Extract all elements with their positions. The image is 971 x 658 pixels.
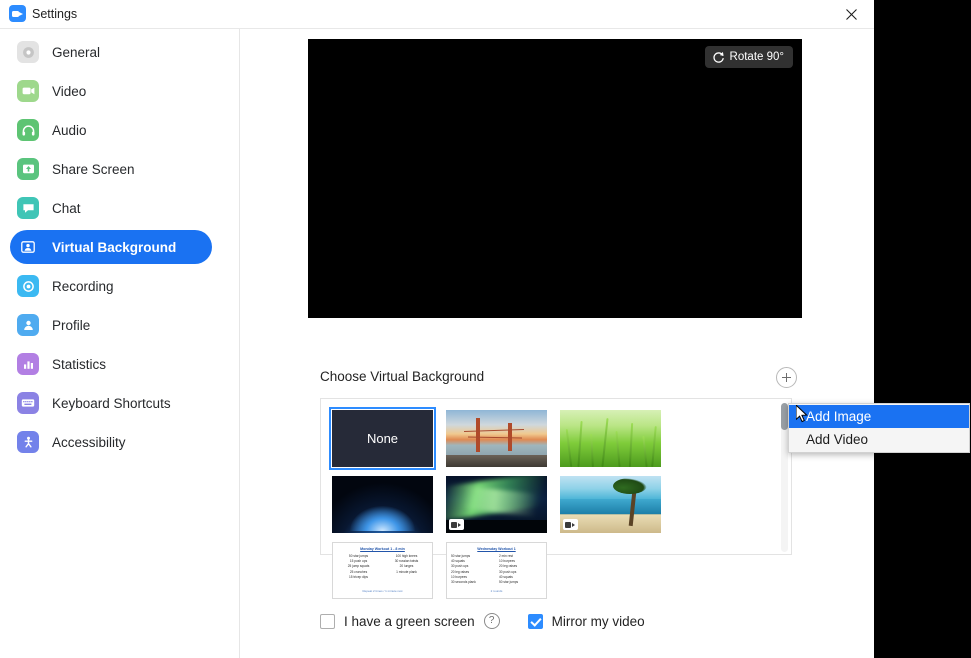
section-title: Choose Virtual Background	[320, 369, 484, 384]
mirror-video-label: Mirror my video	[552, 614, 645, 629]
doc-title: Wednesday Workout 1	[447, 547, 546, 551]
video-badge-icon	[563, 519, 578, 530]
person-icon	[17, 314, 39, 336]
sidebar-item-virtual-background[interactable]: Virtual Background	[10, 230, 212, 264]
window-title: Settings	[32, 5, 77, 23]
sidebar-item-recording[interactable]: Recording	[10, 269, 212, 303]
headphones-icon	[17, 119, 39, 141]
sidebar-item-label: Statistics	[52, 357, 106, 372]
sidebar-item-audio[interactable]: Audio	[10, 113, 212, 147]
doc-title: Monday Workout 1 - 8 min	[333, 547, 432, 551]
sidebar-item-profile[interactable]: Profile	[10, 308, 212, 342]
question-mark-icon[interactable]: ?	[484, 613, 500, 629]
virtual-background-icon	[17, 236, 39, 258]
thumbnail-none-label: None	[367, 431, 398, 446]
sidebar-item-label: Audio	[52, 123, 87, 138]
sidebar-item-label: Video	[52, 84, 86, 99]
sidebar-item-label: Chat	[52, 201, 81, 216]
settings-sidebar: General Video Audio Share Screen	[0, 29, 240, 658]
background-thumbnail-wednesday-workout[interactable]: Wednesday Workout 1 50 star jumps 40 squ…	[446, 542, 547, 599]
bar-chart-icon	[17, 353, 39, 375]
background-thumbnail-monday-workout[interactable]: Monday Workout 1 - 8 min 50 star jumps 1…	[332, 542, 433, 599]
green-screen-label: I have a green screen	[344, 614, 475, 629]
doc-left-column: 50 star jumps 15 push ups 25 jump squats…	[337, 554, 380, 579]
screen-root: Settings General Video	[0, 0, 971, 658]
background-thumbnail-beach[interactable]	[560, 476, 661, 533]
doc-right-column: 100 high knees 30 russian twists 20 lung…	[385, 554, 428, 579]
rotate-icon	[712, 51, 725, 64]
background-thumbnail-none[interactable]: None	[332, 410, 433, 467]
background-grid: None	[332, 410, 772, 599]
doc-footer: Repeat 2 times / 1 minute rest	[333, 589, 432, 593]
sidebar-item-general[interactable]: General	[10, 35, 212, 69]
sidebar-item-label: Virtual Background	[52, 240, 176, 255]
video-camera-icon	[17, 80, 39, 102]
rotate-90-label: Rotate 90°	[730, 51, 784, 63]
virtual-background-panel: Rotate 90° Choose Virtual Background Non…	[240, 29, 874, 658]
plus-circle-icon[interactable]	[776, 367, 797, 388]
add-background-context-menu: Add Image Add Video	[788, 403, 970, 453]
background-thumbnail-grass[interactable]	[560, 410, 661, 467]
sidebar-item-keyboard-shortcuts[interactable]: Keyboard Shortcuts	[10, 386, 212, 420]
keyboard-icon	[17, 392, 39, 414]
sidebar-item-label: Profile	[52, 318, 90, 333]
background-grid-scrollbar[interactable]	[781, 403, 788, 552]
options-row: I have a green screen ? Mirror my video	[320, 613, 645, 629]
doc-footer: 2 rounds	[447, 589, 546, 593]
video-preview: Rotate 90°	[308, 39, 802, 318]
chat-bubble-icon	[17, 197, 39, 219]
sidebar-item-label: General	[52, 45, 100, 60]
mirror-video-checkbox[interactable]	[528, 614, 543, 629]
background-thumbnail-aurora[interactable]	[446, 476, 547, 533]
sidebar-item-label: Keyboard Shortcuts	[52, 396, 171, 411]
share-screen-icon	[17, 158, 39, 180]
sidebar-item-label: Recording	[52, 279, 114, 294]
background-thumbnail-bridge[interactable]	[446, 410, 547, 467]
title-bar: Settings	[0, 0, 874, 29]
sidebar-item-label: Accessibility	[52, 435, 126, 450]
green-screen-checkbox[interactable]	[320, 614, 335, 629]
close-icon[interactable]	[828, 0, 874, 28]
video-badge-icon	[449, 519, 464, 530]
sidebar-item-chat[interactable]: Chat	[10, 191, 212, 225]
doc-left-column: 50 star jumps 40 squats 30 push ups 20 l…	[451, 554, 494, 584]
sidebar-item-video[interactable]: Video	[10, 74, 212, 108]
settings-window: Settings General Video	[0, 0, 874, 658]
context-menu-item-add-image[interactable]: Add Image	[789, 405, 969, 428]
sidebar-item-share-screen[interactable]: Share Screen	[10, 152, 212, 186]
background-grid-container: None	[320, 398, 792, 555]
sidebar-item-statistics[interactable]: Statistics	[10, 347, 212, 381]
doc-right-column: 2 min rest 10 burpees 20 leg raises 30 p…	[499, 554, 542, 584]
accessibility-icon	[17, 431, 39, 453]
background-thumbnail-earth[interactable]	[332, 476, 433, 533]
scrollbar-thumb[interactable]	[781, 403, 788, 430]
gear-icon	[17, 41, 39, 63]
record-circle-icon	[17, 275, 39, 297]
sidebar-item-label: Share Screen	[52, 162, 135, 177]
sidebar-item-accessibility[interactable]: Accessibility	[10, 425, 212, 459]
rotate-90-button[interactable]: Rotate 90°	[705, 46, 793, 68]
zoom-camera-icon	[9, 5, 26, 22]
context-menu-item-add-video[interactable]: Add Video	[789, 428, 969, 451]
